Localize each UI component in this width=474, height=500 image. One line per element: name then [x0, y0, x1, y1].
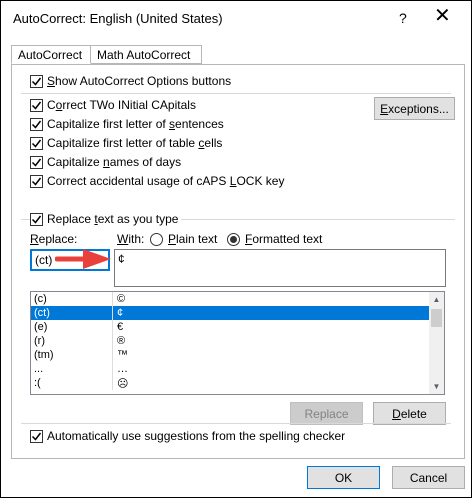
tab-autocorrect[interactable]: AutoCorrect: [11, 45, 91, 64]
dialog-title: AutoCorrect: English (United States): [13, 11, 223, 26]
checkmark-icon: [31, 101, 42, 110]
capitalize-table-cells-label: Capitalize first letter of table cells: [47, 136, 223, 150]
checkmark-icon: [31, 215, 42, 224]
list-item[interactable]: (c) ©: [31, 292, 431, 306]
replace-text-label: Replace text as you type: [47, 212, 179, 226]
show-autocorrect-options-label: Show AutoCorrect Options buttons: [47, 74, 232, 88]
list-scrollbar[interactable]: ▲ ▼: [429, 292, 444, 394]
help-button[interactable]: ?: [399, 10, 407, 26]
checkmark-icon: [31, 139, 42, 148]
cancel-button[interactable]: Cancel: [392, 466, 465, 489]
checkmark-icon: [31, 158, 42, 167]
red-arrow-icon: [55, 249, 111, 269]
capitalize-names-of-days-label: Capitalize names of days: [47, 155, 182, 169]
checkmark-icon: [31, 177, 42, 186]
list-item-selected[interactable]: (ct) ¢: [31, 306, 431, 320]
delete-button[interactable]: Delete: [373, 402, 446, 425]
spelling-suggestions-label: Automatically use suggestions from the s…: [47, 429, 346, 443]
capitalize-table-cells-checkbox[interactable]: [30, 136, 43, 150]
capitalize-sentences-option[interactable]: Capitalize first letter of sentences: [30, 117, 224, 131]
replace-text-checkbox[interactable]: [30, 212, 43, 226]
formatted-text-label: Formatted text: [245, 232, 323, 246]
spelling-suggestions-option[interactable]: Automatically use suggestions from the s…: [30, 429, 345, 443]
checkmark-icon: [31, 77, 42, 86]
scroll-thumb[interactable]: [431, 309, 442, 327]
show-autocorrect-options-option[interactable]: Show AutoCorrect Options buttons: [30, 74, 231, 88]
title-bar: AutoCorrect: English (United States) ? ✕: [1, 1, 473, 37]
list-item[interactable]: (e) €: [31, 320, 431, 334]
capitalize-names-of-days-checkbox[interactable]: [30, 155, 43, 169]
exceptions-button[interactable]: Exceptions...: [374, 97, 455, 120]
list-item[interactable]: (tm) ™: [31, 348, 431, 362]
list-item[interactable]: (r) ®: [31, 334, 431, 348]
separator: [21, 93, 451, 94]
caps-lock-option[interactable]: Correct accidental usage of cAPS LOCK ke…: [30, 174, 284, 188]
capitalize-sentences-checkbox[interactable]: [30, 117, 43, 131]
scroll-down-icon[interactable]: ▼: [429, 379, 444, 394]
two-initial-capitals-checkbox[interactable]: [30, 98, 43, 112]
capitalize-table-cells-option[interactable]: Capitalize first letter of table cells: [30, 136, 222, 150]
two-initial-capitals-label: Correct TWo INitial CApitals: [47, 98, 196, 112]
checkmark-icon: [31, 432, 42, 441]
autocorrect-entries-list[interactable]: (c) © (ct) ¢ (e) € (r) ® (tm) ™ ...… :(☹ ▲ ▼: [30, 291, 445, 395]
caps-lock-label: Correct accidental usage of cAPS LOCK ke…: [47, 174, 285, 188]
caps-lock-checkbox[interactable]: [30, 174, 43, 188]
group-border-bottom: [21, 423, 451, 424]
radio-selected-dot: [230, 235, 237, 243]
list-item[interactable]: ...…: [31, 362, 431, 376]
replace-text-option[interactable]: Replace text as you type: [30, 212, 182, 226]
tab-math-autocorrect[interactable]: Math AutoCorrect: [90, 45, 202, 64]
plain-text-label: Plain text: [168, 232, 218, 246]
close-button[interactable]: ✕: [434, 6, 451, 26]
with-input[interactable]: ¢: [114, 249, 446, 287]
checkmark-icon: [31, 120, 42, 129]
spelling-suggestions-checkbox[interactable]: [30, 429, 43, 443]
replace-button[interactable]: Replace: [290, 402, 363, 425]
replace-label: Replace:: [30, 232, 78, 246]
capitalize-names-of-days-option[interactable]: Capitalize names of days: [30, 155, 181, 169]
plain-text-option[interactable]: Plain text: [150, 232, 217, 246]
plain-text-radio[interactable]: [150, 232, 163, 246]
list-item[interactable]: :(☹: [31, 376, 431, 390]
two-initial-capitals-option[interactable]: Correct TWo INitial CApitals: [30, 98, 196, 112]
ok-button[interactable]: OK: [307, 466, 380, 489]
capitalize-sentences-label: Capitalize first letter of sentences: [47, 117, 224, 131]
with-label: With:: [117, 232, 145, 246]
show-autocorrect-options-checkbox[interactable]: [30, 74, 43, 88]
formatted-text-radio[interactable]: [227, 232, 240, 246]
replace-input-value: (ct): [35, 253, 53, 267]
scroll-up-icon[interactable]: ▲: [429, 292, 444, 307]
formatted-text-option[interactable]: Formatted text: [227, 232, 322, 246]
with-input-value: ¢: [118, 252, 125, 266]
autocorrect-dialog: AutoCorrect: English (United States) ? ✕…: [0, 0, 472, 498]
